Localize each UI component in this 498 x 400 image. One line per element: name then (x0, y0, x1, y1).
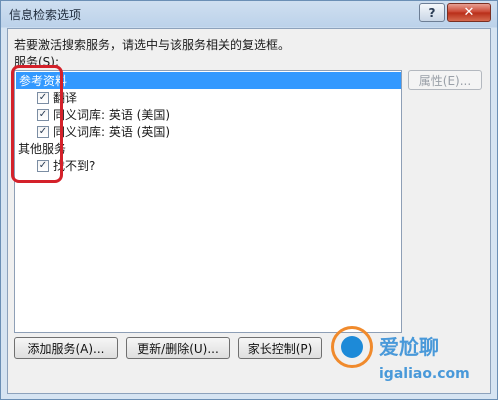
add-service-button[interactable]: 添加服务(A)... (14, 337, 118, 359)
close-button[interactable]: ✕ (447, 3, 491, 22)
window-title: 信息检索选项 (9, 8, 82, 22)
highlight-annotation (11, 65, 63, 183)
category-reference[interactable]: 参考资料 (16, 72, 401, 89)
parental-control-button[interactable]: 家长控制(P) (238, 337, 322, 359)
services-tree[interactable]: 参考资料 ✓ 翻译 ✓ 同义词库: 英语 (美国) ✓ 同义词库: 英语 (英国… (14, 70, 402, 333)
watermark-logo-icon (331, 326, 373, 368)
update-remove-button[interactable]: 更新/删除(U)... (126, 337, 230, 359)
help-button[interactable]: ? (419, 3, 445, 22)
watermark-url: igaliao.com (379, 366, 470, 382)
tree-item-label: 同义词库: 英语 (英国) (53, 125, 171, 139)
watermark-text: 爱尬聊 (379, 335, 439, 359)
title-bar[interactable]: 信息检索选项 ? ✕ (1, 1, 497, 27)
research-options-dialog: 信息检索选项 ? ✕ 若要激活搜索服务，请选中与该服务相关的复选框。 服务(S)… (0, 0, 498, 400)
properties-button[interactable]: 属性(E)... (408, 70, 482, 90)
tree-item-label: 同义词库: 英语 (美国) (53, 108, 171, 122)
instruction-text: 若要激活搜索服务，请选中与该服务相关的复选框。 (14, 38, 291, 52)
